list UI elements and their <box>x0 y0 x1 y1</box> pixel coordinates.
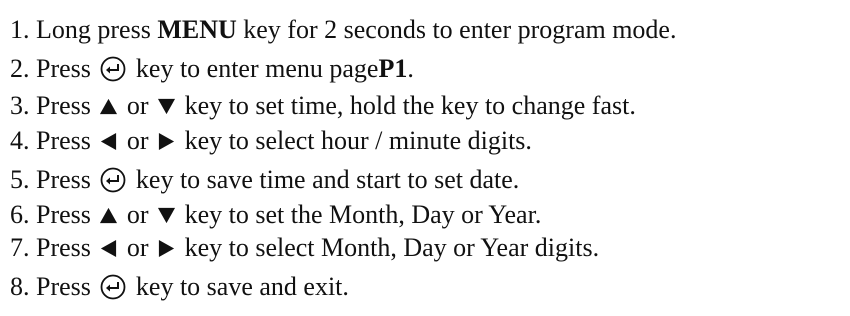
step-text: Press <box>36 272 91 301</box>
step-text: Press <box>36 200 91 229</box>
step-4: 4. Press or key to select hour / minute … <box>10 124 532 158</box>
step-text: key to save and exit. <box>135 272 349 301</box>
step-number: 6. <box>10 200 30 229</box>
up-arrow-icon <box>100 98 118 114</box>
enter-key-icon <box>101 274 126 300</box>
step-7: 7. Press or key to select Month, Day or … <box>10 231 599 265</box>
menu-key-label: MENU <box>157 15 237 44</box>
step-text: key to set time, hold the key to change … <box>184 91 636 120</box>
step-text: or <box>126 91 149 120</box>
step-number: 8. <box>10 272 30 301</box>
step-text: key to select hour / minute digits. <box>184 126 532 155</box>
right-arrow-icon <box>158 239 175 257</box>
step-number: 4. <box>10 126 30 155</box>
step-text: key for 2 seconds to enter program mode. <box>243 15 677 44</box>
right-arrow-icon <box>158 132 175 150</box>
step-number: 3. <box>10 91 30 120</box>
step-text: or <box>126 126 149 155</box>
step-text: Long press <box>36 15 151 44</box>
step-text: Press <box>36 91 91 120</box>
instruction-list: 1. Long press MENU key for 2 seconds to … <box>10 0 848 316</box>
step-text: . <box>407 54 414 83</box>
step-text: key to enter menu page <box>135 54 379 83</box>
step-2: 2. Press key to enter menu pageP1. <box>10 52 414 86</box>
step-text: or <box>126 200 149 229</box>
step-text: Press <box>36 126 91 155</box>
step-8: 8. Press key to save and exit. <box>10 270 349 304</box>
step-text: or <box>126 233 149 262</box>
step-text: Press <box>36 165 91 194</box>
step-text: Press <box>36 54 91 83</box>
step-number: 7. <box>10 233 30 262</box>
step-text: key to set the Month, Day or Year. <box>184 200 542 229</box>
down-arrow-icon <box>158 98 176 114</box>
enter-key-icon <box>101 56 126 82</box>
step-number: 2. <box>10 54 30 83</box>
down-arrow-icon <box>158 207 176 223</box>
step-number: 5. <box>10 165 30 194</box>
left-arrow-icon <box>101 132 117 150</box>
step-5: 5. Press key to save time and start to s… <box>10 163 519 197</box>
page-p1-label: P1 <box>378 54 408 83</box>
step-6: 6. Press or key to set the Month, Day or… <box>10 198 541 232</box>
step-1: 1. Long press MENU key for 2 seconds to … <box>10 13 676 47</box>
step-text: Press <box>36 233 91 262</box>
up-arrow-icon <box>100 207 118 223</box>
step-3: 3. Press or key to set time, hold the ke… <box>10 89 636 123</box>
left-arrow-icon <box>101 239 117 257</box>
step-text: key to select Month, Day or Year digits. <box>184 233 600 262</box>
step-text: key to save time and start to set date. <box>135 165 520 194</box>
enter-key-icon <box>101 167 126 193</box>
step-number: 1. <box>10 15 30 44</box>
